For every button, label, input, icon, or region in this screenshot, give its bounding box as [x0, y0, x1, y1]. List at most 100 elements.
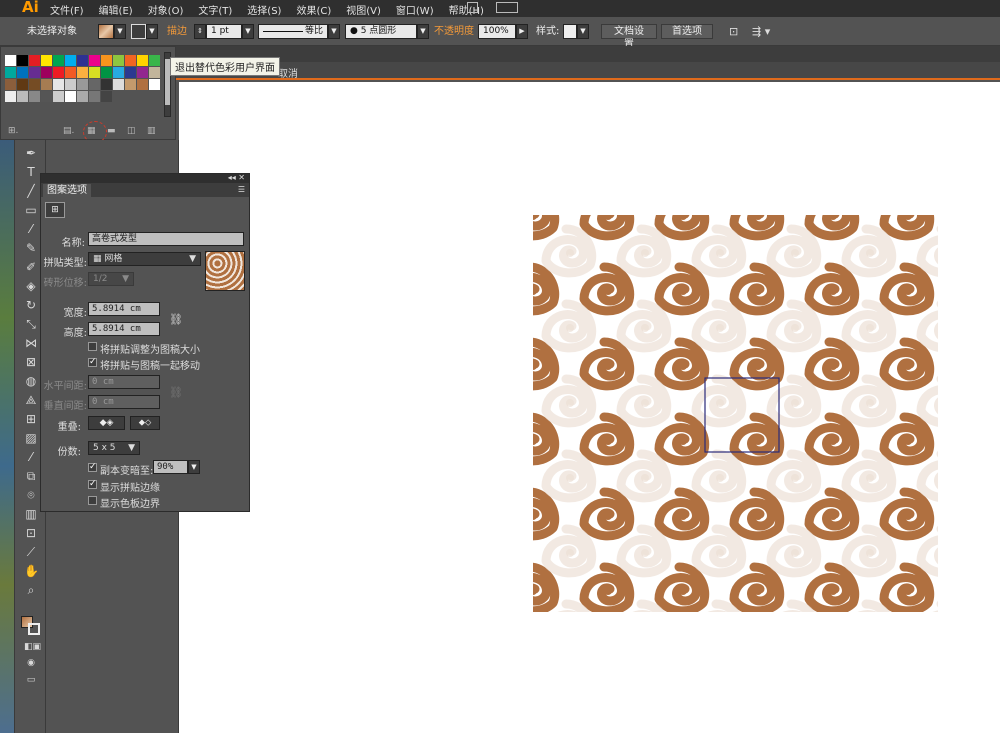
swatch-chip[interactable] [101, 91, 112, 102]
swatch-chip[interactable] [41, 79, 52, 90]
pencil-tool-icon[interactable]: ✎ [24, 241, 38, 255]
swatch-chip[interactable] [17, 67, 28, 78]
stroke-swatch[interactable] [131, 24, 146, 39]
swatch-chip[interactable] [113, 55, 124, 66]
panel-menu-icon[interactable]: ☰ [238, 185, 245, 194]
opacity-label[interactable]: 不透明度 [434, 24, 474, 39]
dim-copies-checkbox[interactable]: ✓ [88, 463, 97, 472]
pen-tool-icon[interactable]: ✒ [24, 146, 38, 160]
collapse-close-icon[interactable]: ◂◂ ✕ [228, 173, 245, 182]
eyedropper-tool-icon[interactable]: ⁄ [24, 450, 38, 464]
profile-dropdown-icon[interactable]: ▼ [328, 24, 340, 39]
perspective-grid-icon[interactable]: ⟁ [24, 393, 38, 407]
swatch-chip[interactable] [5, 91, 16, 102]
graph-tool-icon[interactable]: ▥ [24, 507, 38, 521]
menu-edit[interactable]: 编辑(E) [99, 2, 133, 17]
swatch-chip[interactable] [29, 55, 40, 66]
link-spacing-icon[interactable]: ⛓ [169, 386, 183, 399]
hand-tool-icon[interactable]: ✋ [24, 564, 39, 578]
screen-mode-icon[interactable]: ▭ [24, 673, 38, 687]
swatch-chip[interactable] [65, 79, 76, 90]
swatch-chip[interactable] [17, 91, 28, 102]
swatch-chip[interactable] [17, 55, 28, 66]
swatch-chip[interactable] [53, 67, 64, 78]
swatch-chip[interactable] [101, 79, 112, 90]
width-field[interactable]: 5.8914 cm [88, 302, 160, 316]
style-swatch[interactable] [563, 24, 577, 39]
swatch-chip[interactable] [53, 79, 64, 90]
zoom-tool-icon[interactable]: ⌕ [24, 583, 38, 597]
link-proportions-icon[interactable]: ⛓ [169, 313, 183, 326]
stroke-dropdown-icon[interactable]: ▼ [146, 24, 158, 39]
panel-titlebar[interactable]: ◂◂ ✕ [41, 173, 249, 183]
swatch-chip[interactable] [149, 55, 160, 66]
swatch-chip[interactable] [53, 55, 64, 66]
swatch-chip[interactable] [41, 67, 52, 78]
menu-object[interactable]: 对象(O) [148, 2, 184, 17]
document-setup-button[interactable]: 文档设置 [601, 24, 657, 50]
free-transform-icon[interactable]: ⊠ [24, 355, 38, 369]
align-icon[interactable]: ⊡ [729, 24, 738, 39]
artboard-tool-icon[interactable]: ⊡ [24, 526, 38, 540]
menu-view[interactable]: 视图(V) [346, 2, 381, 17]
swatch-chip[interactable] [125, 67, 136, 78]
tile-editor-icon[interactable]: ⊞ [45, 202, 65, 218]
swatch-chip[interactable] [137, 55, 148, 66]
swatch-chip[interactable] [65, 67, 76, 78]
fill-swatch[interactable] [98, 24, 114, 39]
paintbrush-tool-icon[interactable]: ⁄ [24, 222, 38, 236]
blob-brush-icon[interactable]: ✐ [24, 260, 38, 274]
stroke-weight-field[interactable]: 1 pt [206, 24, 242, 39]
stroke-label[interactable]: 描边 [167, 24, 187, 39]
eraser-tool-icon[interactable]: ◈ [24, 279, 38, 293]
blend-tool-icon[interactable]: ⧉ [24, 469, 38, 483]
swatch-chip[interactable] [101, 55, 112, 66]
mesh-tool-icon[interactable]: ⊞ [24, 412, 38, 426]
swatch-chip[interactable] [137, 79, 148, 90]
shape-builder-icon[interactable]: ◍ [24, 374, 38, 388]
swatch-chip[interactable] [77, 91, 88, 102]
swatch-chip[interactable] [89, 67, 100, 78]
opacity-field[interactable]: 100% [478, 24, 516, 39]
overlap-horizontal-icon[interactable]: ◆◈ [88, 416, 125, 430]
swatch-chip[interactable] [5, 55, 16, 66]
size-to-art-checkbox[interactable] [88, 342, 97, 351]
swatch-chip[interactable] [17, 79, 28, 90]
swatch-chip[interactable] [5, 67, 16, 78]
fill-dropdown-icon[interactable]: ▼ [114, 24, 126, 39]
style-dropdown-icon[interactable]: ▼ [577, 24, 589, 39]
new-swatch-icon[interactable]: ◫ [127, 126, 136, 136]
swatch-chip[interactable] [29, 67, 40, 78]
menu-window[interactable]: 窗口(W) [396, 2, 434, 17]
preferences-button[interactable]: 首选项 [661, 24, 713, 39]
swatch-chip[interactable] [125, 55, 136, 66]
scale-tool-icon[interactable]: ⤡ [24, 317, 38, 331]
stroke-stepper-icon[interactable]: ⇕ [194, 24, 206, 39]
brush-select[interactable]: ● 5 点圆形 [345, 24, 417, 39]
type-tool-icon[interactable]: T [24, 165, 38, 179]
brick-offset-select[interactable]: 1/2 ▼ [88, 272, 134, 286]
cancel-button[interactable]: 取消 [278, 65, 298, 80]
swatch-chip[interactable] [89, 79, 100, 90]
swatch-chip[interactable] [5, 79, 16, 90]
swatch-chip[interactable] [137, 67, 148, 78]
swatch-chip[interactable] [113, 79, 124, 90]
menu-effect[interactable]: 效果(C) [296, 2, 331, 17]
symbol-sprayer-icon[interactable]: ⌾ [24, 488, 38, 502]
swatch-chip[interactable] [77, 55, 88, 66]
tile-type-select[interactable]: ▦ 网格 ▼ [88, 252, 201, 266]
overlap-vertical-icon[interactable]: ⬥⬦ [130, 416, 160, 430]
swatch-chip[interactable] [65, 91, 76, 102]
delete-swatch-icon[interactable]: ▥ [147, 126, 156, 136]
line-tool-icon[interactable]: ╱ [24, 184, 38, 198]
dim-dropdown-icon[interactable]: ▼ [188, 460, 200, 474]
v-spacing-field[interactable]: 0 cm [88, 395, 160, 409]
rectangle-tool-icon[interactable]: ▭ [24, 203, 38, 217]
menu-file[interactable]: 文件(F) [50, 2, 84, 17]
color-mode-icon[interactable]: ◧▣ [24, 640, 41, 654]
slice-tool-icon[interactable]: ⟋ [24, 545, 38, 559]
swatch-chip[interactable] [77, 67, 88, 78]
show-swatch-bounds-checkbox[interactable] [88, 496, 97, 505]
name-field[interactable]: 高卷式发型 [88, 232, 244, 246]
show-tile-edge-checkbox[interactable]: ✓ [88, 480, 97, 489]
